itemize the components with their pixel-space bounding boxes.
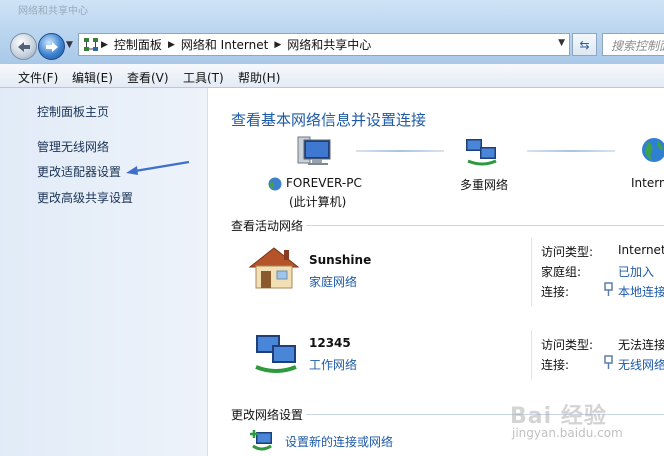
connection-label: 连接: xyxy=(541,358,570,372)
search-input[interactable]: 搜索控制面 xyxy=(602,33,664,56)
breadcrumb-network-internet[interactable]: 网络和 Internet xyxy=(177,36,272,53)
computer-icon xyxy=(297,136,331,165)
address-bar[interactable]: ▶ 控制面板 ▶ 网络和 Internet ▶ 网络和共享中心 ▼ xyxy=(78,33,570,56)
access-type-label: 访问类型: xyxy=(541,245,594,259)
home-network-icon[interactable] xyxy=(248,245,300,291)
homegroup-icon xyxy=(268,177,282,191)
setup-new-connection-link[interactable]: 设置新的连接或网络 xyxy=(285,433,393,450)
back-button[interactable] xyxy=(10,33,37,60)
title-bar: 网络和共享中心 ▼ ▶ 控制面板 ▶ 网络和 Internet ▶ 网络和共享中… xyxy=(0,0,664,64)
map-connector xyxy=(356,150,444,152)
detail-divider xyxy=(531,330,532,380)
menu-file[interactable]: 文件(F) xyxy=(18,69,58,86)
computer-name: FOREVER-PC xyxy=(286,176,362,190)
access-type-value: 无法连接到 xyxy=(618,338,664,352)
menu-view[interactable]: 查看(V) xyxy=(127,69,169,86)
change-settings-header: 更改网络设置 xyxy=(231,408,304,422)
network-center-icon xyxy=(84,37,98,51)
connection-value-link[interactable]: 无线网络 xyxy=(618,356,664,373)
connection-value-link[interactable]: 本地连接 xyxy=(618,283,664,300)
breadcrumb-separator[interactable]: ▶ xyxy=(272,40,283,50)
arrow-right-icon xyxy=(45,41,58,52)
breadcrumb-separator[interactable]: ▶ xyxy=(99,40,110,50)
sidebar: 控制面板主页 管理无线网络 更改适配器设置 更改高级共享设置 xyxy=(0,88,208,456)
network-type-home[interactable]: 家庭网络 xyxy=(309,273,357,290)
work-network-icon[interactable] xyxy=(250,331,302,375)
network-type-work[interactable]: 工作网络 xyxy=(309,356,357,373)
arrow-left-icon xyxy=(17,41,30,52)
multiple-networks-icon xyxy=(466,139,497,166)
sidebar-link-manage-wireless[interactable]: 管理无线网络 xyxy=(37,138,109,155)
refresh-button[interactable]: ⇆ xyxy=(572,33,597,56)
wireless-icon xyxy=(604,355,613,369)
computer-subtitle: (此计算机) xyxy=(289,195,347,209)
window-title: 网络和共享中心 xyxy=(18,6,88,17)
breadcrumb-control-panel[interactable]: 控制面板 xyxy=(110,36,166,53)
active-networks-header: 查看活动网络 xyxy=(231,219,304,233)
connection-label: 连接: xyxy=(541,285,570,299)
breadcrumb-separator[interactable]: ▶ xyxy=(166,40,177,50)
recent-pages-dropdown[interactable]: ▼ xyxy=(66,40,73,50)
forward-button[interactable] xyxy=(38,33,65,60)
page-title: 查看基本网络信息并设置连接 xyxy=(231,111,427,129)
section-divider xyxy=(306,225,664,226)
ethernet-icon xyxy=(604,282,613,296)
detail-divider xyxy=(531,238,532,306)
homegroup-value-link[interactable]: 已加入 xyxy=(618,263,654,280)
network-name-12345: 12345 xyxy=(309,336,351,350)
menu-tools[interactable]: 工具(T) xyxy=(183,69,224,86)
sidebar-link-control-panel-home[interactable]: 控制面板主页 xyxy=(37,103,109,120)
sidebar-link-change-adapter[interactable]: 更改适配器设置 xyxy=(37,163,121,180)
access-type-value: Internet xyxy=(618,243,664,257)
annotation-arrow-icon xyxy=(126,160,190,175)
menu-bar: 文件(F) 编辑(E) 查看(V) 工具(T) 帮助(H) xyxy=(0,64,664,88)
refresh-icon: ⇆ xyxy=(579,37,590,52)
access-type-label: 访问类型: xyxy=(541,338,594,352)
network-name-sunshine: Sunshine xyxy=(309,253,372,267)
new-connection-icon[interactable] xyxy=(250,428,274,452)
multiple-networks-label[interactable]: 多重网络 xyxy=(460,176,508,193)
internet-label[interactable]: Internet xyxy=(631,176,664,190)
baidu-watermark: Bai 经验 jingyan.baidu.com xyxy=(500,398,660,446)
breadcrumb-network-sharing-center[interactable]: 网络和共享中心 xyxy=(283,36,375,53)
globe-icon xyxy=(642,138,664,162)
map-connector xyxy=(527,150,615,152)
homegroup-label: 家庭组: xyxy=(541,265,582,279)
sidebar-link-advanced-sharing[interactable]: 更改高级共享设置 xyxy=(37,189,133,206)
menu-edit[interactable]: 编辑(E) xyxy=(72,69,113,86)
chevron-down-icon[interactable]: ▼ xyxy=(558,38,565,48)
watermark-url: jingyan.baidu.com xyxy=(512,426,623,440)
menu-help[interactable]: 帮助(H) xyxy=(238,69,280,86)
